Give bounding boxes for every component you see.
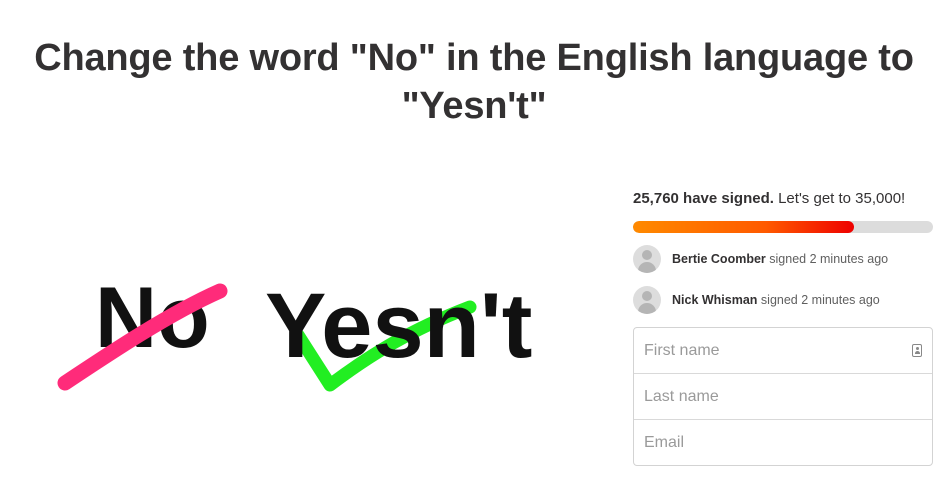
signature-progress-fill <box>633 221 854 233</box>
signer-action: signed 2 minutes ago <box>760 293 880 307</box>
email-input[interactable] <box>634 420 932 465</box>
email-field-wrapper <box>634 420 932 465</box>
avatar-placeholder-icon <box>633 245 661 273</box>
contact-card-icon[interactable] <box>912 344 922 357</box>
sign-form <box>633 327 933 466</box>
signer-action: signed 2 minutes ago <box>769 252 889 266</box>
signer-text: Bertie Coomber signed 2 minutes ago <box>672 252 888 266</box>
last-name-field-wrapper <box>634 374 932 420</box>
petition-title: Change the word "No" in the English lang… <box>0 34 948 130</box>
signature-progress-bar <box>633 221 933 233</box>
signature-progress-text: 25,760 have signed. Let's get to 35,000! <box>633 188 933 210</box>
signer-text: Nick Whisman signed 2 minutes ago <box>672 293 880 307</box>
list-item: Bertie Coomber signed 2 minutes ago <box>633 244 933 274</box>
signature-count: 25,760 have signed. <box>633 190 774 207</box>
hero-illustration: No Yesn't <box>57 270 532 392</box>
first-name-field-wrapper <box>634 328 932 374</box>
petition-hero-image: No Yesn't <box>40 235 580 425</box>
first-name-input[interactable] <box>634 328 932 373</box>
last-name-input[interactable] <box>634 374 932 419</box>
petition-title-line-1: Change the word "No" in the English lang… <box>34 37 914 79</box>
hero-word-new: Yesn't <box>265 275 532 377</box>
signer-name: Bertie Coomber <box>672 252 766 266</box>
signature-goal: Let's get to 35,000! <box>778 190 906 207</box>
recent-signers-list: Bertie Coomber signed 2 minutes ago Nick… <box>633 244 933 315</box>
signer-name: Nick Whisman <box>672 293 758 307</box>
list-item: Nick Whisman signed 2 minutes ago <box>633 285 933 315</box>
sign-panel: 25,760 have signed. Let's get to 35,000!… <box>633 188 933 466</box>
petition-title-line-2: "Yesn't" <box>401 85 547 127</box>
avatar-placeholder-icon <box>633 286 661 314</box>
